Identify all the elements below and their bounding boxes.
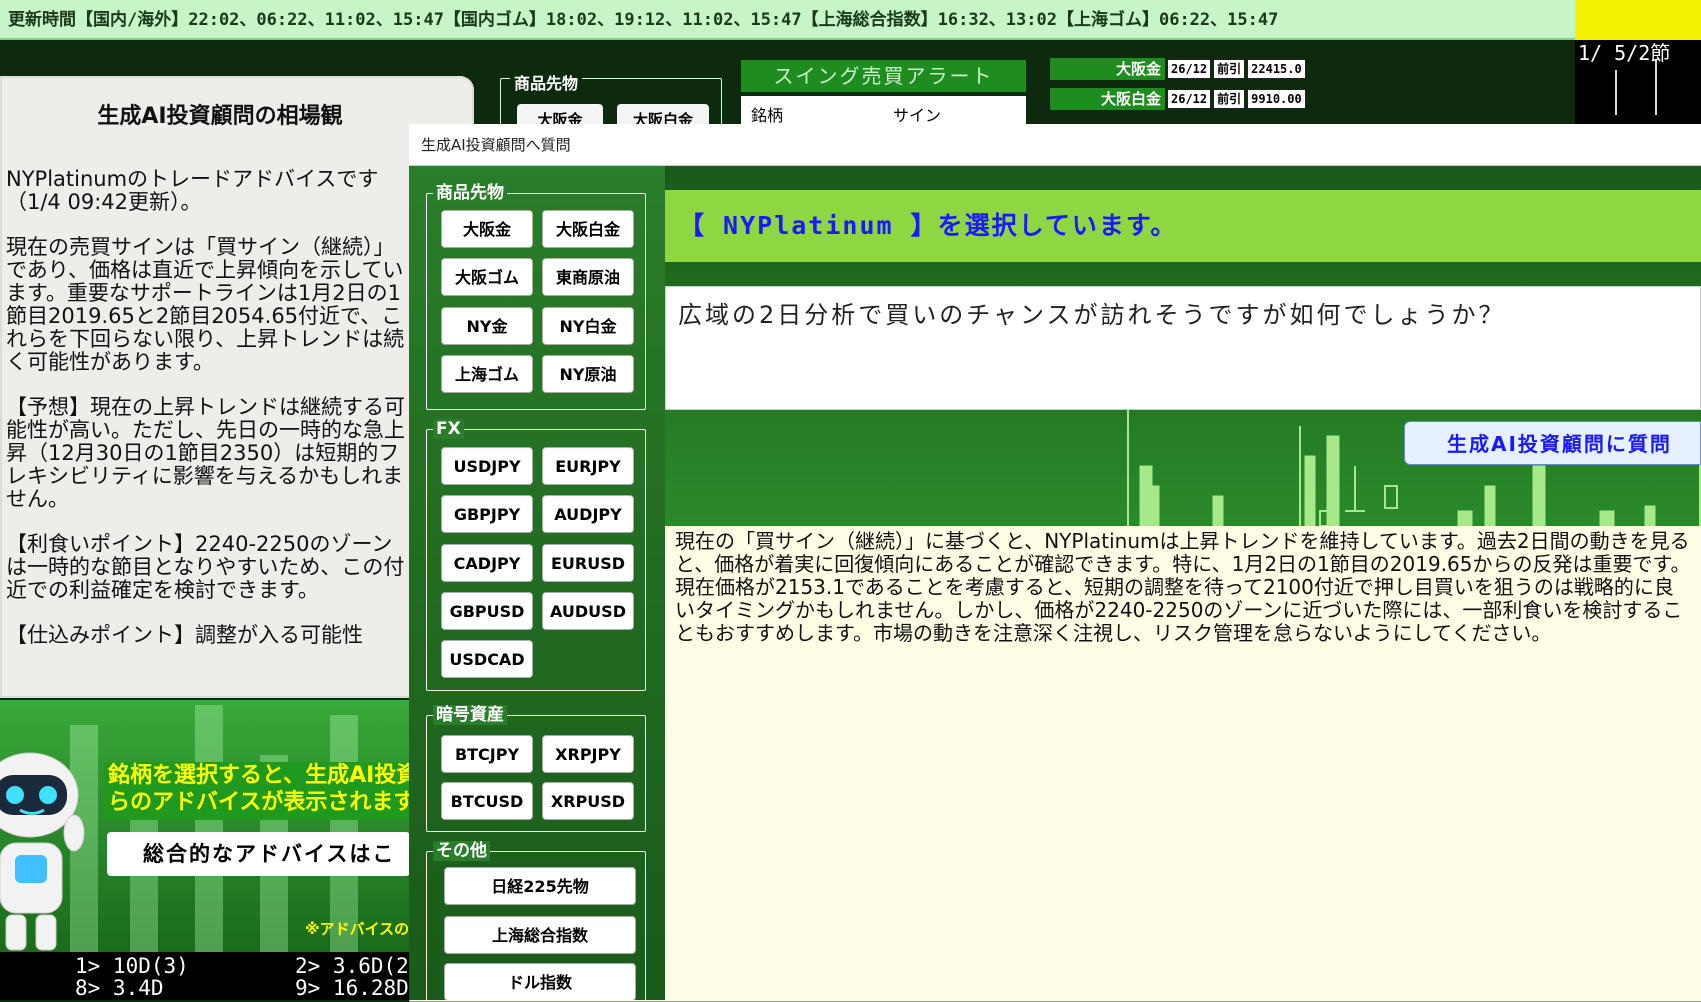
- btn-shanghai-composite[interactable]: 上海総合指数: [444, 916, 636, 954]
- btn-audjpy[interactable]: AUDJPY: [542, 495, 634, 533]
- select-instruction: 銘柄を選択すると、生成AI投資 らのアドバイスが表示されます。: [104, 762, 410, 820]
- btn-audusd[interactable]: AUDUSD: [542, 592, 634, 630]
- top-right-highlight: [1575, 0, 1701, 40]
- dialog-titlebar[interactable]: 生成AI投資顧問へ質問: [409, 124, 1701, 166]
- btn-osaka-gold[interactable]: 大阪金: [441, 210, 533, 248]
- group-title: 商品先物: [433, 183, 507, 203]
- robot-mascot-icon: [0, 752, 85, 951]
- select-instruction-line2: らのアドバイスが表示されます。: [108, 790, 410, 815]
- btn-usdjpy[interactable]: USDJPY: [441, 447, 533, 485]
- swing-alert-title: スイング売買アラート: [741, 60, 1026, 92]
- quote-contract: 26/12: [1167, 89, 1212, 109]
- update-times-bar: 更新時間【国内/海外】22:02、06:22、11:02、15:47【国内ゴム】…: [0, 0, 1575, 40]
- group-title: 暗号資産: [433, 705, 507, 725]
- right-cycle-label: 1/ 5/2節: [1578, 41, 1671, 65]
- ohlc-bar: [1655, 60, 1657, 115]
- quote-row: 大阪金 26/12 前引 22415.0: [1050, 58, 1306, 80]
- quote-row: 大阪白金 26/12 前引 9910.00: [1050, 88, 1306, 110]
- quote-price: 9910.00: [1247, 89, 1306, 109]
- btn-osaka-rubber[interactable]: 大阪ゴム: [441, 258, 533, 296]
- swing-col-name: 銘柄: [751, 106, 784, 125]
- btn-shanghai-rubber[interactable]: 上海ゴム: [441, 355, 533, 393]
- overall-advice-button[interactable]: 総合的なアドバイスはこ: [107, 832, 410, 876]
- btn-dollar-index[interactable]: ドル指数: [444, 963, 636, 1000]
- advice-paragraph: 現在の売買サインは「買サイン（継続）」であり、価格は直近で上昇傾向を示しています…: [6, 235, 405, 374]
- quote-tag: 前引: [1213, 89, 1246, 109]
- swing-alert-table: 銘柄 サイン: [741, 96, 1026, 126]
- btn-cadjpy[interactable]: CADJPY: [441, 544, 533, 582]
- btn-btcjpy[interactable]: BTCJPY: [441, 735, 533, 773]
- quote-name: 大阪白金: [1050, 88, 1165, 110]
- quote-tag: 前引: [1213, 59, 1246, 79]
- advice-paragraph: 【予想】現在の上昇トレンドは継続する可能性が高い。ただし、先日の一時的な急上昇（…: [6, 395, 405, 511]
- quote-price: 22415.0: [1247, 59, 1306, 79]
- btn-gbpusd[interactable]: GBPUSD: [441, 592, 533, 630]
- advice-paragraph: 【利食いポイント】2240-2250のゾーンは一時的な節目となりやすいため、この…: [6, 532, 405, 602]
- select-instruction-line1: 銘柄を選択すると、生成AI投資: [108, 763, 410, 788]
- ask-advisor-button[interactable]: 生成AI投資顧問に質問: [1404, 421, 1701, 465]
- btn-ny-crude[interactable]: NY原油: [542, 355, 634, 393]
- quote-name: 大阪金: [1050, 58, 1165, 80]
- advice-paragraph: 【仕込みポイント】調整が入る可能性: [6, 623, 363, 647]
- back-group-title: 商品先物: [510, 70, 583, 94]
- btn-usdcad[interactable]: USDCAD: [441, 640, 533, 678]
- btn-ny-gold[interactable]: NY金: [441, 307, 533, 345]
- cycle-cell: 1> 10D(3): [75, 954, 189, 978]
- market-view-text[interactable]: NYPlatinumのトレードアドバイスです（1/4 09:42更新）。 現在の…: [6, 168, 406, 693]
- swing-col-sign: サイン: [893, 106, 942, 125]
- btn-eurjpy[interactable]: EURJPY: [542, 447, 634, 485]
- group-title: その他: [433, 841, 490, 861]
- advice-paragraph: NYPlatinumのトレードアドバイスです（1/4 09:42更新）。: [6, 168, 379, 214]
- cycle-cell: 8> 3.4D: [75, 976, 164, 1000]
- market-view-title: 生成AI投資顧問の相場観: [97, 104, 343, 129]
- instrument-sidebar: 商品先物 大阪金 大阪白金 大阪ゴム 東商原油 NY金 NY白金 上海ゴム NY…: [409, 166, 665, 1000]
- btn-xrpusd[interactable]: XRPUSD: [542, 782, 634, 820]
- btn-gbpjpy[interactable]: GBPJPY: [441, 495, 533, 533]
- question-input[interactable]: 広域の2日分析で買いのチャンスが訪れそうですが如何でしょうか？: [665, 286, 1701, 410]
- cycle-info-strip: 1> 10D(3) 2> 3.6D(2 8> 3.4D 9> 16.28D: [0, 952, 410, 1000]
- ohlc-bar: [1615, 70, 1617, 115]
- cycle-cell: 9> 16.28D: [295, 976, 409, 1000]
- selected-instrument-banner: 【 NYPlatinum 】を選択しています。: [665, 190, 1701, 262]
- btn-osaka-platinum[interactable]: 大阪白金: [542, 210, 634, 248]
- quote-contract: 26/12: [1167, 59, 1212, 79]
- btn-btcusd[interactable]: BTCUSD: [441, 782, 533, 820]
- btn-tocom-crude[interactable]: 東商原油: [542, 258, 634, 296]
- advice-note: ※アドバイスの: [305, 920, 410, 938]
- group-title: FX: [433, 419, 464, 439]
- advisor-answer-text[interactable]: 現在の「買サイン（継続）」に基づくと、NYPlatinumは上昇トレンドを維持し…: [675, 530, 1691, 645]
- btn-ny-platinum[interactable]: NY白金: [542, 307, 634, 345]
- btn-xrpjpy[interactable]: XRPJPY: [542, 735, 634, 773]
- btn-eurusd[interactable]: EURUSD: [542, 544, 634, 582]
- cycle-cell: 2> 3.6D(2: [295, 954, 409, 978]
- btn-nikkei225[interactable]: 日経225先物: [444, 867, 636, 905]
